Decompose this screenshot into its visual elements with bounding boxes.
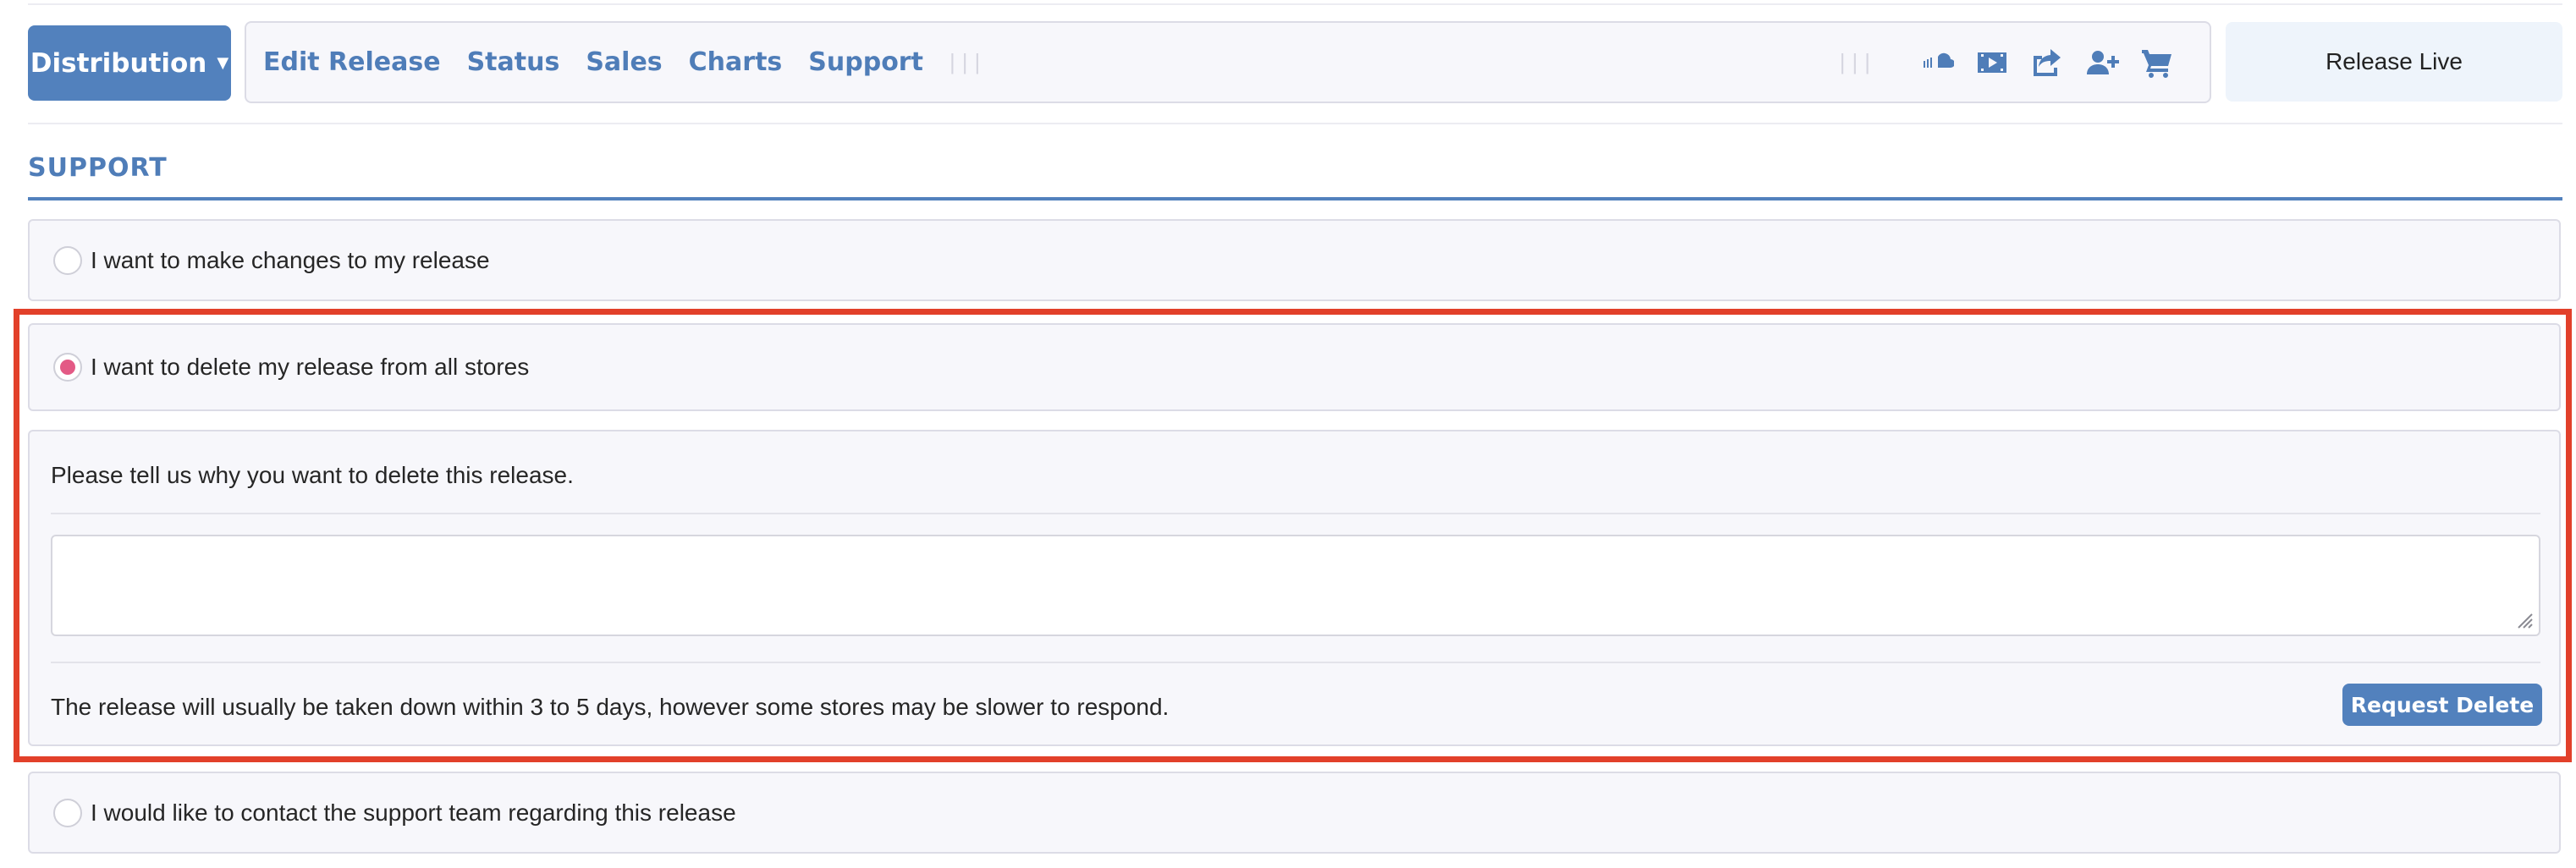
- nav-link-charts[interactable]: Charts: [689, 47, 783, 77]
- nav-icons: |||: [1840, 23, 2176, 102]
- takedown-note: The release will usually be taken down w…: [51, 694, 1170, 720]
- release-nav-bar: Edit Release Status Sales Charts Support…: [245, 21, 2211, 103]
- distribution-dropdown-button[interactable]: Distribution ▼: [28, 25, 231, 101]
- resize-handle-icon[interactable]: [2513, 609, 2534, 629]
- share-icon[interactable]: [2028, 44, 2066, 81]
- option-label: I want to make changes to my release: [91, 246, 490, 273]
- divider: [28, 123, 2562, 124]
- soundcloud-icon[interactable]: [1918, 44, 1956, 81]
- radio-make-changes[interactable]: [53, 245, 82, 275]
- drag-handle-icon: |||: [1839, 49, 1877, 74]
- drag-handle-icon: |||: [949, 49, 988, 74]
- cart-icon[interactable]: [2138, 44, 2176, 81]
- delete-reason-prompt: Please tell us why you want to delete th…: [51, 462, 574, 488]
- nav-links: Edit Release Status Sales Charts Support…: [263, 23, 987, 102]
- nav-link-support[interactable]: Support: [808, 47, 923, 77]
- option-delete-release[interactable]: I want to delete my release from all sto…: [28, 323, 2561, 411]
- divider: [51, 513, 2540, 514]
- top-divider: [28, 3, 2562, 5]
- title-underline: [28, 197, 2562, 201]
- section-title: SUPPORT: [28, 153, 168, 183]
- video-icon[interactable]: [1973, 44, 2011, 81]
- caret-down-icon: ▼: [217, 54, 229, 72]
- distribution-label: Distribution: [30, 47, 207, 79]
- option-make-changes[interactable]: I want to make changes to my release: [28, 219, 2561, 301]
- delete-reason-textarea[interactable]: [51, 535, 2540, 636]
- add-user-icon[interactable]: [2083, 44, 2121, 81]
- radio-selected-dot: [60, 360, 75, 375]
- radio-delete-release[interactable]: [53, 353, 82, 382]
- nav-link-status[interactable]: Status: [467, 47, 560, 77]
- divider: [51, 662, 2540, 663]
- delete-details-panel: Please tell us why you want to delete th…: [28, 430, 2561, 746]
- option-label: I want to delete my release from all sto…: [91, 354, 530, 380]
- option-contact-support[interactable]: I would like to contact the support team…: [28, 772, 2561, 854]
- radio-contact-support[interactable]: [53, 798, 82, 827]
- nav-link-edit-release[interactable]: Edit Release: [263, 47, 441, 77]
- request-delete-button[interactable]: Request Delete: [2342, 684, 2542, 726]
- release-status-badge: Release Live: [2226, 22, 2562, 102]
- option-label: I would like to contact the support team…: [91, 799, 736, 826]
- nav-link-sales[interactable]: Sales: [586, 47, 662, 77]
